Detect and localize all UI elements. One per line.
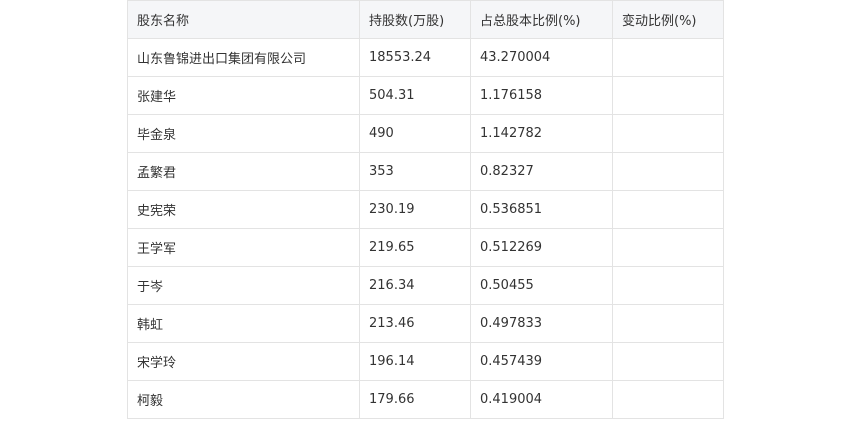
- cell-change-ratio: [612, 342, 724, 381]
- shareholder-table-container: 股东名称 持股数(万股) 占总股本比例(%) 变动比例(%) 山东鲁锦进出口集团…: [127, 0, 724, 419]
- cell-share-ratio: 0.82327: [470, 152, 613, 191]
- cell-shares-held: 219.65: [359, 228, 471, 267]
- cell-share-ratio: 0.497833: [470, 304, 613, 343]
- cell-shareholder-name: 柯毅: [127, 380, 360, 419]
- table-row: 于岑 216.34 0.50455: [127, 266, 724, 305]
- table-row: 张建华 504.31 1.176158: [127, 76, 724, 115]
- cell-share-ratio: 0.50455: [470, 266, 613, 305]
- cell-change-ratio: [612, 38, 724, 77]
- cell-shareholder-name: 山东鲁锦进出口集团有限公司: [127, 38, 360, 77]
- table-row: 王学军 219.65 0.512269: [127, 228, 724, 267]
- header-share-ratio: 占总股本比例(%): [470, 0, 613, 39]
- cell-share-ratio: 1.142782: [470, 114, 613, 153]
- table-row: 毕金泉 490 1.142782: [127, 114, 724, 153]
- cell-share-ratio: 0.457439: [470, 342, 613, 381]
- cell-share-ratio: 1.176158: [470, 76, 613, 115]
- cell-share-ratio: 0.419004: [470, 380, 613, 419]
- cell-shareholder-name: 王学军: [127, 228, 360, 267]
- cell-change-ratio: [612, 228, 724, 267]
- header-change-ratio: 变动比例(%): [612, 0, 724, 39]
- cell-shares-held: 179.66: [359, 380, 471, 419]
- cell-share-ratio: 43.270004: [470, 38, 613, 77]
- cell-shareholder-name: 毕金泉: [127, 114, 360, 153]
- table-row: 韩虹 213.46 0.497833: [127, 304, 724, 343]
- cell-shares-held: 213.46: [359, 304, 471, 343]
- cell-change-ratio: [612, 114, 724, 153]
- cell-shareholder-name: 史宪荣: [127, 190, 360, 229]
- cell-shareholder-name: 张建华: [127, 76, 360, 115]
- table-header-row: 股东名称 持股数(万股) 占总股本比例(%) 变动比例(%): [127, 0, 724, 39]
- cell-change-ratio: [612, 190, 724, 229]
- cell-shareholder-name: 孟繁君: [127, 152, 360, 191]
- table-row: 孟繁君 353 0.82327: [127, 152, 724, 191]
- cell-shareholder-name: 宋学玲: [127, 342, 360, 381]
- cell-shares-held: 216.34: [359, 266, 471, 305]
- cell-shareholder-name: 于岑: [127, 266, 360, 305]
- cell-shares-held: 353: [359, 152, 471, 191]
- cell-shares-held: 230.19: [359, 190, 471, 229]
- table-row: 宋学玲 196.14 0.457439: [127, 342, 724, 381]
- shareholder-table: 股东名称 持股数(万股) 占总股本比例(%) 变动比例(%) 山东鲁锦进出口集团…: [127, 0, 724, 419]
- header-shareholder-name: 股东名称: [127, 0, 360, 39]
- table-row: 山东鲁锦进出口集团有限公司 18553.24 43.270004: [127, 38, 724, 77]
- cell-shares-held: 196.14: [359, 342, 471, 381]
- cell-change-ratio: [612, 266, 724, 305]
- cell-change-ratio: [612, 76, 724, 115]
- table-row: 史宪荣 230.19 0.536851: [127, 190, 724, 229]
- cell-shares-held: 504.31: [359, 76, 471, 115]
- cell-shareholder-name: 韩虹: [127, 304, 360, 343]
- header-shares-held: 持股数(万股): [359, 0, 471, 39]
- cell-change-ratio: [612, 152, 724, 191]
- table-row: 柯毅 179.66 0.419004: [127, 380, 724, 419]
- cell-change-ratio: [612, 380, 724, 419]
- cell-shares-held: 18553.24: [359, 38, 471, 77]
- cell-shares-held: 490: [359, 114, 471, 153]
- cell-share-ratio: 0.536851: [470, 190, 613, 229]
- cell-change-ratio: [612, 304, 724, 343]
- cell-share-ratio: 0.512269: [470, 228, 613, 267]
